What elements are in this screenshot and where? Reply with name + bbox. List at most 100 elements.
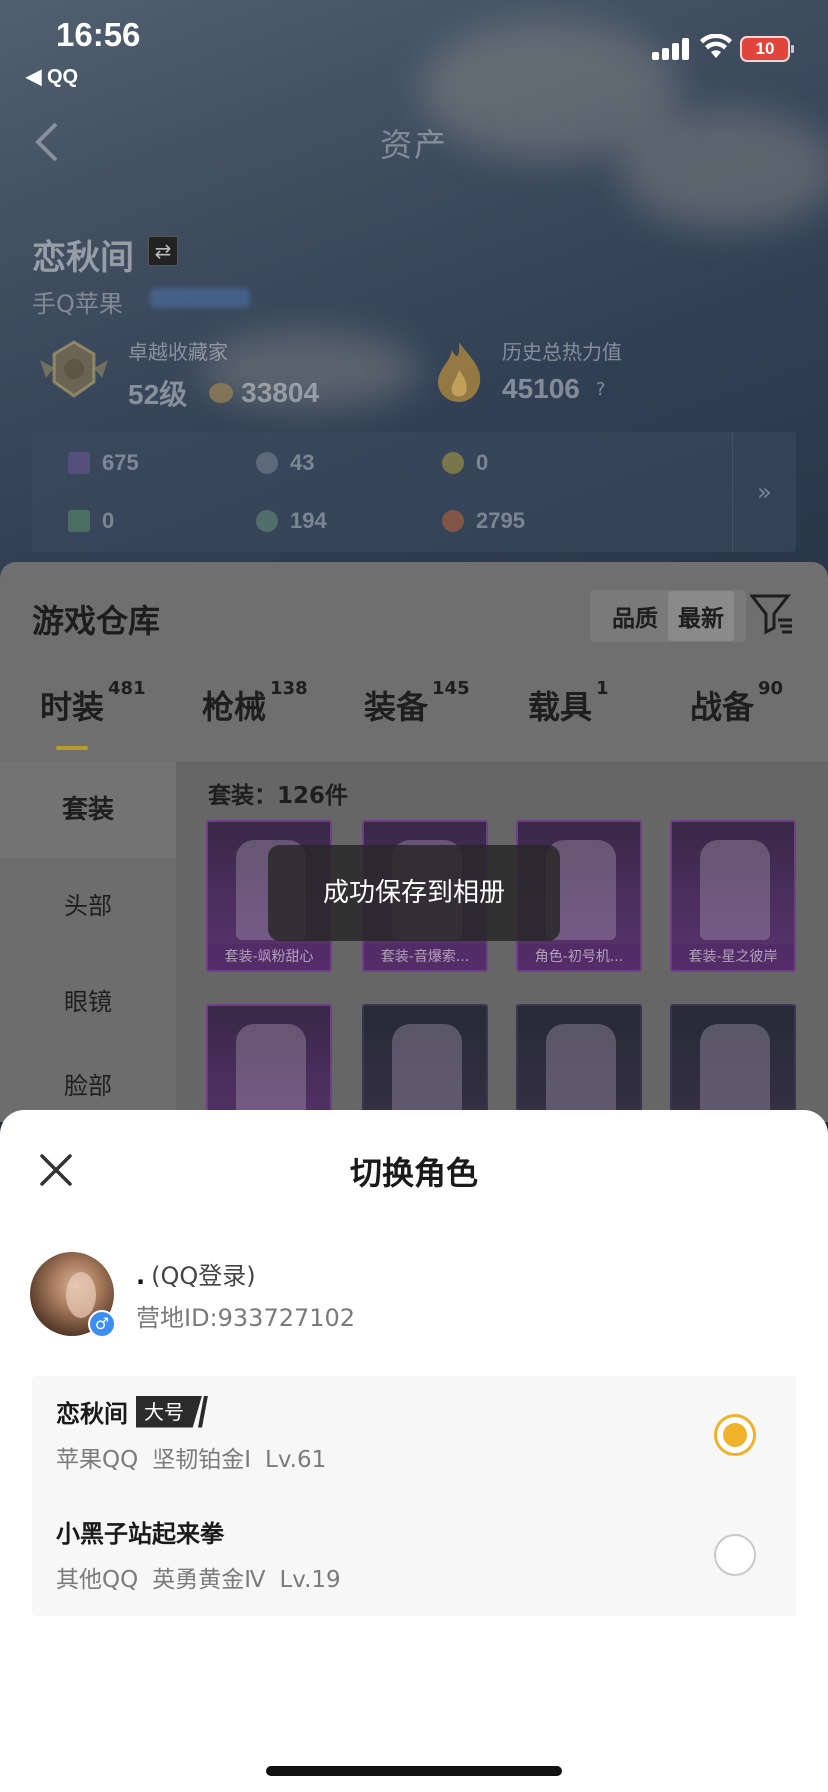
tab-equipment[interactable]: 装备 145 — [364, 678, 470, 728]
sheet-title: 切换角色 — [349, 1154, 478, 1192]
player-name: 恋秋间 — [32, 238, 134, 278]
tab-guns[interactable]: 枪械 138 — [202, 678, 308, 728]
item-label: 套装-音爆索... — [364, 944, 486, 970]
item-card[interactable] — [516, 1004, 642, 1122]
resource-item: 675 — [68, 450, 139, 476]
outfit-thumbnail — [700, 840, 770, 940]
outfit-thumbnail — [546, 1024, 616, 1122]
heat-value: 45106 — [502, 373, 580, 404]
tab-count: 481 — [108, 678, 146, 699]
outfit-thumbnail — [700, 1024, 770, 1122]
tab-gear[interactable]: 战备 90 — [690, 678, 783, 728]
orb-icon — [256, 510, 278, 532]
account-name: . (QQ登录) — [136, 1256, 256, 1291]
points-icon — [209, 383, 234, 403]
filter-icon[interactable] — [750, 592, 794, 636]
role-option[interactable]: 小黑子站起来拳 其他QQ 英勇黄金Ⅳ Lv.19 — [32, 1496, 796, 1616]
coin-icon — [256, 452, 278, 474]
cellular-signal-icon — [652, 38, 692, 60]
collector-label: 卓越收藏家 — [128, 340, 228, 364]
tab-label: 时装 — [40, 688, 105, 726]
item-label: 套装-星之彼岸 — [672, 944, 794, 970]
resource-value: 194 — [290, 508, 327, 533]
role-name-row: 小黑子站起来拳 — [56, 1514, 224, 1549]
toast-message: 成功保存到相册 — [268, 845, 560, 941]
battery-icon: 10 — [740, 36, 794, 62]
tab-fashion[interactable]: 时装 481 — [40, 678, 146, 728]
role-rank: 坚韧铂金Ⅰ — [152, 1447, 252, 1473]
sidebar-item-glasses[interactable]: 眼镜 — [0, 954, 176, 1050]
account-nickname: . — [136, 1262, 146, 1290]
role-radio[interactable] — [714, 1534, 756, 1576]
heat-stat: 历史总热力值 45106 ? — [502, 336, 622, 405]
role-option[interactable]: 恋秋间 大号 苹果QQ 坚韧铂金Ⅰ Lv.61 — [32, 1376, 796, 1496]
sidebar-item-suits[interactable]: 套装 — [0, 762, 176, 858]
tab-count: 145 — [432, 678, 470, 699]
role-platform: 苹果QQ — [56, 1447, 139, 1473]
tab-vehicles[interactable]: 载具 1 — [528, 678, 609, 728]
role-list: 恋秋间 大号 苹果QQ 坚韧铂金Ⅰ Lv.61 小黑子站起来拳 其他QQ 英勇黄金Ⅳ L… — [32, 1376, 796, 1616]
resource-item: 43 — [256, 450, 314, 476]
swap-icon[interactable]: ⇄ — [148, 236, 178, 266]
warehouse-content: 套装 头部 眼镜 脸部 套装：126件 套装-飒粉甜心 套装-音爆索... 角色… — [0, 762, 828, 1122]
warehouse-panel: 游戏仓库 品质 最新 时装 481 枪械 138 装备 145 载具 1 战备 90 套装… — [0, 562, 828, 1122]
tab-label: 枪械 — [202, 688, 267, 726]
tab-label: 载具 — [528, 688, 593, 726]
sidebar-item-head[interactable]: 头部 — [0, 858, 176, 954]
active-tab-indicator — [56, 746, 88, 750]
role-level: Lv.61 — [265, 1447, 327, 1473]
item-card[interactable] — [670, 1004, 796, 1122]
resource-item: 0 — [68, 508, 114, 534]
collector-stat: 卓越收藏家 52级 33804 — [128, 336, 319, 413]
role-info: 苹果QQ 坚韧铂金Ⅰ Lv.61 — [56, 1440, 340, 1474]
tab-count: 90 — [758, 678, 784, 699]
role-platform: 其他QQ — [56, 1567, 139, 1593]
resource-item: 0 — [442, 450, 488, 476]
ticket-icon — [68, 510, 90, 532]
heat-label: 历史总热力值 — [502, 340, 622, 364]
resource-value: 0 — [476, 450, 489, 475]
blurred-link — [150, 288, 250, 308]
role-name: 恋秋间 — [56, 1400, 128, 1428]
back-to-app-link[interactable]: ◀ QQ — [26, 64, 78, 89]
resource-value: 43 — [290, 450, 315, 475]
tab-label: 装备 — [364, 688, 429, 726]
item-card[interactable] — [362, 1004, 488, 1122]
role-radio-selected[interactable] — [714, 1414, 756, 1456]
home-indicator[interactable] — [266, 1766, 562, 1776]
flame-icon — [438, 342, 481, 402]
main-account-tag: 大号 — [136, 1395, 202, 1428]
item-count: 套装：126件 — [208, 783, 349, 809]
switch-role-sheet: 切换角色 ♂ . (QQ登录) 营地ID:933727102 恋秋间 大号 苹果Q… — [0, 1110, 828, 1792]
card-icon — [68, 452, 90, 474]
sort-quality-button[interactable]: 品质 — [602, 599, 668, 633]
status-bar: 16:56 ◀ QQ 10 — [0, 0, 828, 96]
male-gender-icon: ♂ — [88, 1310, 116, 1338]
account-info: ♂ . (QQ登录) 营地ID:933727102 — [30, 1252, 810, 1342]
help-icon[interactable]: ? — [596, 379, 606, 400]
status-time: 16:56 — [56, 16, 141, 53]
resource-item: 2795 — [442, 508, 525, 534]
tab-count: 1 — [596, 678, 609, 699]
account-id: 营地ID:933727102 — [136, 1304, 356, 1332]
outfit-thumbnail — [392, 1024, 462, 1122]
resource-value: 2795 — [476, 508, 525, 533]
item-card[interactable] — [206, 1004, 332, 1122]
sort-toggle: 品质 最新 — [590, 590, 746, 642]
role-name-row: 恋秋间 大号 — [56, 1394, 208, 1429]
login-method: (QQ登录) — [151, 1262, 256, 1290]
collector-level: 52级 — [128, 379, 188, 410]
sort-newest-button[interactable]: 最新 — [668, 591, 734, 641]
collector-medal-icon — [40, 340, 108, 398]
role-info: 其他QQ 英勇黄金Ⅳ Lv.19 — [56, 1560, 355, 1594]
resource-panel: 675 43 0 0 194 2795 » — [32, 432, 796, 552]
item-card[interactable]: 套装-星之彼岸 — [670, 820, 796, 972]
gem-icon — [442, 510, 464, 532]
role-rank: 英勇黄金Ⅳ — [152, 1567, 266, 1593]
resource-value: 0 — [102, 508, 115, 533]
resources-more-button[interactable]: » — [732, 432, 796, 552]
category-tabs: 时装 481 枪械 138 装备 145 载具 1 战备 90 — [0, 678, 828, 762]
badge-icon — [442, 452, 464, 474]
role-name: 小黑子站起来拳 — [56, 1520, 224, 1548]
player-platform: 手Q苹果 — [32, 290, 123, 318]
